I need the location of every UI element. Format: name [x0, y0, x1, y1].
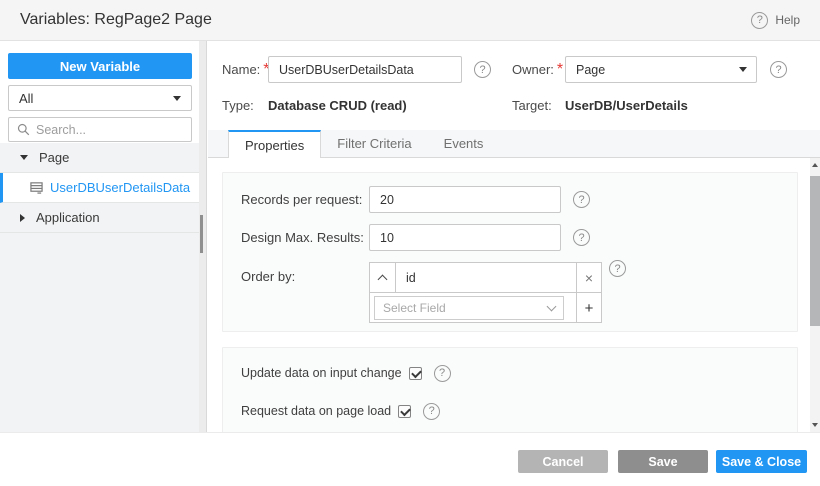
new-variable-button[interactable]: New Variable	[8, 53, 192, 79]
detail-tabbar: Properties Filter Criteria Events	[208, 130, 820, 158]
tree-group-application-label: Application	[36, 210, 100, 225]
page-title: Variables: RegPage2 Page	[20, 11, 212, 29]
variable-search-box[interactable]	[8, 117, 192, 142]
data-settings-group: Records per request: ? Design Max. Resul…	[222, 172, 798, 332]
sort-direction-button[interactable]	[370, 263, 396, 292]
sidebar-controls: New Variable All	[0, 41, 200, 142]
chevron-down-icon	[547, 302, 557, 312]
variables-sidebar: New Variable All Page UserDBUserDetailsD…	[0, 41, 207, 432]
tree-item-selected-variable[interactable]: UserDBUserDetailsData	[0, 173, 200, 203]
type-value: Database CRUD (read)	[268, 98, 407, 113]
tree-item-label: UserDBUserDetailsData	[50, 180, 190, 195]
order-by-label: Order by:	[241, 262, 295, 291]
dialog-header: Variables: RegPage2 Page ? Help	[0, 0, 820, 41]
content-scrollbar-thumb[interactable]	[810, 176, 820, 326]
tree-group-application[interactable]: Application	[0, 203, 200, 233]
caret-down-icon	[173, 96, 181, 101]
update-on-input-change-checkbox[interactable]	[409, 367, 422, 380]
records-per-request-input[interactable]	[369, 186, 561, 213]
update-on-input-change-label: Update data on input change	[241, 366, 402, 380]
request-on-page-load-row: Request data on page load ?	[223, 402, 799, 420]
caret-right-icon[interactable]	[20, 214, 25, 222]
properties-tab-content: Records per request: ? Design Max. Resul…	[208, 158, 820, 432]
cancel-button[interactable]: Cancel	[518, 450, 608, 473]
tab-properties[interactable]: Properties	[228, 130, 321, 158]
order-by-add-row: Select Field +	[370, 292, 601, 322]
type-label: Type:	[222, 98, 254, 113]
records-per-request-help-icon[interactable]: ?	[573, 191, 590, 208]
add-field-button[interactable]: +	[576, 293, 601, 323]
variables-dialog: Variables: RegPage2 Page ? Help New Vari…	[0, 0, 820, 486]
order-by-widget: id × Select Field +	[369, 262, 602, 323]
scroll-up-button[interactable]	[810, 158, 820, 172]
type-target-row: Type: Database CRUD (read) Target: UserD…	[208, 98, 820, 116]
tree-group-page-label: Page	[39, 150, 69, 165]
dialog-footer: Cancel Save Save & Close	[0, 432, 820, 486]
sidebar-scrollbar-thumb[interactable]	[200, 215, 203, 253]
search-input[interactable]	[36, 123, 176, 137]
records-per-request-row: Records per request: ?	[223, 186, 799, 213]
variable-filter-value: All	[19, 91, 33, 106]
behavior-settings-group: Update data on input change ? Request da…	[222, 347, 798, 432]
owner-label: Owner:*	[512, 56, 563, 83]
save-and-close-button[interactable]: Save & Close	[716, 450, 807, 473]
triangle-down-icon	[812, 423, 818, 427]
design-max-results-row: Design Max. Results: ?	[223, 224, 799, 251]
content-scrollbar[interactable]	[810, 158, 820, 432]
name-label: Name:*	[222, 56, 270, 83]
design-max-results-input[interactable]	[369, 224, 561, 251]
variable-filter-select[interactable]: All	[8, 85, 192, 111]
remove-field-button[interactable]: ×	[576, 263, 601, 292]
design-max-results-help-icon[interactable]: ?	[573, 229, 590, 246]
help-link[interactable]: ? Help	[751, 12, 800, 29]
tab-events[interactable]: Events	[428, 130, 500, 157]
triangle-up-icon	[812, 163, 818, 167]
required-marker: *	[557, 61, 563, 78]
select-field-dropdown[interactable]: Select Field	[374, 296, 564, 320]
name-help-icon[interactable]: ?	[474, 61, 491, 78]
caret-down-icon[interactable]	[20, 155, 28, 160]
update-on-input-change-help-icon[interactable]: ?	[434, 365, 451, 382]
request-on-page-load-checkbox[interactable]	[398, 405, 411, 418]
target-value: UserDB/UserDetails	[565, 98, 688, 113]
name-owner-row: Name:* ? Owner:* Page ?	[208, 56, 820, 83]
target-label: Target:	[512, 98, 552, 113]
order-by-field-row: id ×	[370, 263, 601, 292]
help-icon[interactable]: ?	[751, 12, 768, 29]
database-variable-icon	[30, 181, 43, 194]
select-field-placeholder: Select Field	[383, 301, 446, 315]
name-input[interactable]	[268, 56, 462, 83]
tab-filter-criteria[interactable]: Filter Criteria	[321, 130, 427, 157]
tree-group-page[interactable]: Page	[0, 143, 200, 173]
order-by-field-value[interactable]: id	[396, 263, 576, 292]
save-button[interactable]: Save	[618, 450, 708, 473]
request-on-page-load-label: Request data on page load	[241, 404, 391, 418]
scroll-down-button[interactable]	[810, 418, 820, 432]
owner-select[interactable]: Page	[565, 56, 757, 83]
request-on-page-load-help-icon[interactable]: ?	[423, 403, 440, 420]
sidebar-scrollbar[interactable]	[199, 41, 206, 432]
search-icon	[17, 123, 30, 136]
variable-detail-panel: Name:* ? Owner:* Page ? Type: Database C…	[208, 41, 820, 432]
caret-down-icon	[739, 67, 747, 72]
records-per-request-label: Records per request:	[241, 186, 362, 213]
help-label[interactable]: Help	[775, 13, 800, 27]
owner-help-icon[interactable]: ?	[770, 61, 787, 78]
chevron-up-icon	[378, 274, 388, 284]
design-max-results-label: Design Max. Results:	[241, 224, 364, 251]
update-on-input-change-row: Update data on input change ?	[223, 364, 799, 382]
owner-value: Page	[576, 63, 605, 77]
variables-tree: Page UserDBUserDetailsData Application	[0, 143, 200, 432]
order-by-help-icon[interactable]: ?	[609, 260, 626, 277]
